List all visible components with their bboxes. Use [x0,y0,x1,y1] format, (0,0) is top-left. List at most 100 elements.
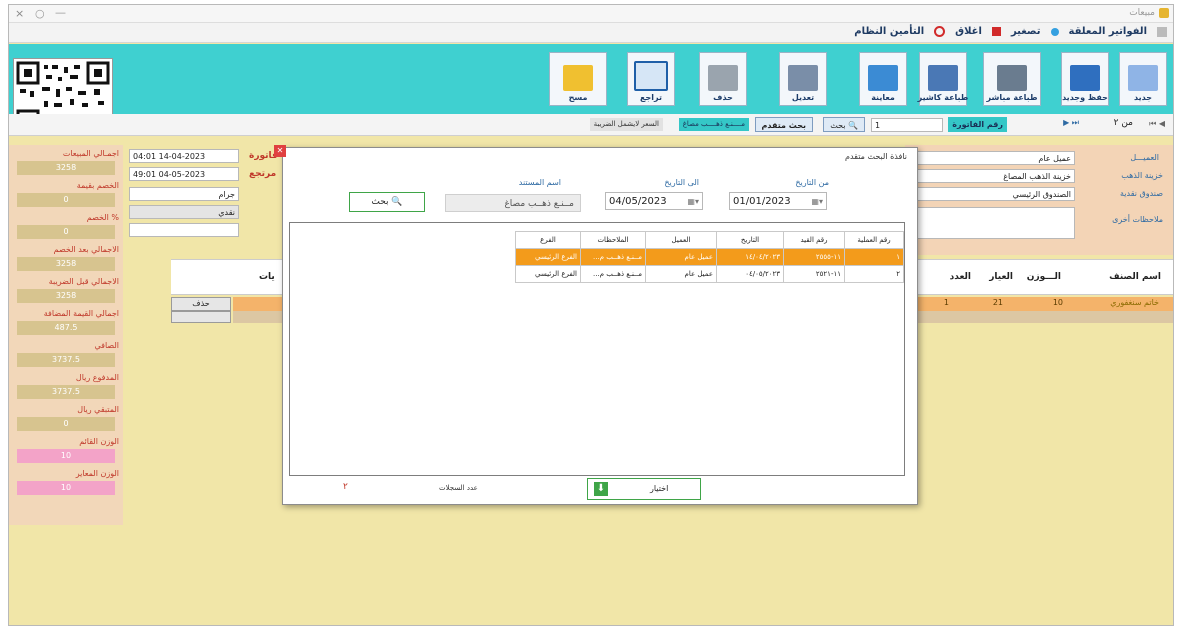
summary-value: 3737.5 [17,385,115,399]
app-window: × ○ — مبيعات الفواتير المعلقة تصغير اغلا… [8,4,1174,626]
extra-select[interactable] [129,223,239,237]
summary-value: 3258 [17,289,115,303]
cell-branch: الفرع الرئيسي [515,248,581,266]
col-operation-no: رقم العملية [844,231,904,249]
col-item-name: اسم الصنف [1109,272,1161,282]
minimize-window-button[interactable]: — [55,6,66,19]
summary-label: اجمـالي المبيعات [62,149,119,158]
gold-store-label: خزينة الذهب [1121,171,1163,180]
summary-label: الوزن المعاير [75,469,119,478]
to-date-value: 04/05/2023 [609,196,667,207]
edit-button[interactable]: تعديل [779,52,827,106]
cashier-print-button[interactable]: طباعة كاشير [918,52,968,106]
dialog-title: نافذة البحث متقدم [845,152,907,161]
row-item-name: خاتم سنغفوري [1110,298,1159,307]
customer-label: العميـــل [1130,153,1159,162]
menu-suspended-invoices[interactable]: الفواتير المعلقة [1069,26,1148,37]
summary-label: المتبقي ريال [77,405,119,414]
delete-row-button[interactable]: حذف [171,297,231,311]
row-karat: 21 [992,298,1003,307]
col-count: العدد [949,272,971,282]
menu-system-security[interactable]: التأمين النظام [854,26,924,37]
table-row[interactable]: ١ ١١-٢٥٥٥ ١٤/٠٤/٢٠٢٣ عميل عام مــنـع ذهـ… [515,248,904,266]
notes-field[interactable] [915,207,1075,239]
minimize-dot-icon [1050,27,1059,36]
unit-select[interactable]: جرام [129,187,239,201]
col-date: التاريخ [716,231,784,249]
advanced-search-button[interactable]: بحث متقدم [754,117,813,132]
summary-label: الاجمالي بعد الخصم [53,245,119,254]
delete-icon [708,65,738,91]
menu-close[interactable]: اغلاق [955,26,982,37]
cashbox-field[interactable]: الصندوق الرئيسي [915,187,1075,201]
customer-panel: عميل عام العميـــل خزينة الذهب المصاغ خز… [905,145,1173,255]
payment-select[interactable]: نقدي [129,205,239,219]
summary-label: الصافي [94,341,119,350]
menu-minimize[interactable]: تصغير [1011,26,1041,37]
from-date-picker[interactable]: 01/01/2023 ▦▾ [729,192,827,210]
cell-notes: مــنـع ذهــب م... [580,265,646,283]
clear-icon [563,65,593,91]
record-count-value: ٢ [343,482,348,492]
delete-button[interactable]: حذف [699,52,747,106]
summary-label: المدفوع ريال [75,373,119,382]
title-bar: × ○ — مبيعات [9,5,1173,23]
from-date-label: من التاريخ [795,178,829,187]
invoice-number-input[interactable]: 1 [871,118,943,132]
app-icon [1159,8,1169,18]
save-and-new-button[interactable]: حفظ وجديد [1061,52,1109,106]
search-button-label: بحث [830,121,846,130]
doc-name-label: اسم المستند [518,178,561,187]
new-button[interactable]: جديد [1119,52,1167,106]
choose-button[interactable]: ⬇ اختيار [587,478,701,500]
clear-button[interactable]: مسح [549,52,607,106]
cell-customer: عميل عام [645,248,717,266]
summary-label: الخصم بقيمة [76,181,119,190]
invoice-date-field[interactable]: 04:01 14-04-2023 [129,149,239,163]
gold-store-field[interactable]: خزينة الذهب المصاغ [915,169,1075,183]
table-row[interactable]: ٢ ١١-٢٥٢١ ٠٤/٠٥/٢٠٢٣ عميل عام مــنـع ذهـ… [515,265,904,283]
delete-row-button-empty[interactable] [171,311,231,323]
search-button[interactable]: بحث 🔍 [823,117,865,132]
tax-note-tag: السعر لايشمل الضريبة [589,118,663,131]
from-date-value: 01/01/2023 [733,196,791,207]
col-weight: الـــوزن [1026,272,1061,282]
cell-entry-no: ١١-٢٥٢١ [783,265,845,283]
menu-icon [1157,26,1167,37]
cell-date: ١٤/٠٤/٢٠٢٣ [716,248,784,266]
restore-window-button[interactable]: ○ [35,7,45,20]
summary-value: 0 [17,225,115,239]
security-dot-icon [934,26,946,37]
first-record-button[interactable]: ▶ ⏭ [1063,118,1079,128]
summary-label: الاجمالي قبل الضريبة [48,277,119,286]
invoice-number-label: رقم الفاتورة [948,117,1007,132]
calendar-icon: ▦▾ [811,197,823,206]
summary-value: 0 [17,417,115,431]
summary-value: 3737.5 [17,353,115,367]
toolbar: جديد حفظ وجديد طباعة مباشر طباعة كاشير م… [9,44,1173,136]
record-count-label: عدد السجلات [439,484,478,492]
doc-name-field[interactable]: مــنـع ذهــب مصاغ [445,194,581,212]
preview-button[interactable]: معاينة [859,52,907,106]
due-date-field[interactable]: 49:01 04-05-2023 [129,167,239,181]
menu-bar: الفواتير المعلقة تصغير اغلاق التأمين الن… [9,23,1173,43]
last-record-button[interactable]: ⏮ ◀ [1149,119,1165,129]
cell-operation-no: ٢ [844,265,904,283]
download-icon: ⬇ [594,482,608,496]
cell-date: ٠٤/٠٥/٢٠٢٣ [716,265,784,283]
to-date-picker[interactable]: 04/05/2023 ▦▾ [605,192,703,210]
page-of-label: من ٢ [1113,118,1133,128]
summary-value: 3258 [17,161,115,175]
close-icon[interactable]: ✕ [274,145,286,157]
nav-bar: ⏮ ◀ من ٢ ▶ ⏭ رقم الفاتورة 1 بحث 🔍 بحث مت… [9,114,1173,136]
new-document-icon [1128,65,1158,91]
close-window-button[interactable]: × [15,7,24,20]
undo-button[interactable]: تراجع [627,52,675,106]
direct-print-button[interactable]: طباعة مباشر [983,52,1041,106]
summary-label: اجمالي القيمة المضافة [43,309,119,318]
col-other: يات [259,272,275,282]
dialog-search-button[interactable]: بحث 🔍 [349,192,425,212]
summary-label: الوزن القائم [79,437,119,446]
customer-field[interactable]: عميل عام [915,151,1075,165]
results-table: رقم العملية رقم القيد التاريخ العميل الم… [515,231,904,283]
